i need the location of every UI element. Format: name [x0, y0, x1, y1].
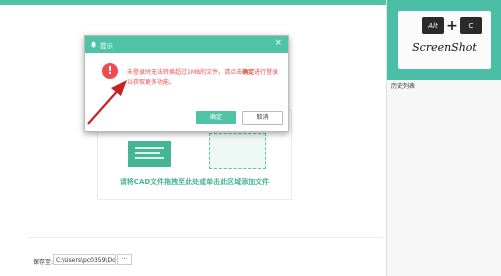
alt-key-icon: Alt — [422, 17, 444, 34]
alert-dialog: 提示 × ! 未登录时无法转换超过1MB的文件，请点击确定进行登录以获取更多功能… — [84, 35, 289, 132]
drop-instruction-text: 请将CAD文件拖拽至此处或单击此区域添加文件 — [119, 178, 270, 186]
cancel-button[interactable]: 取消 — [242, 111, 283, 125]
screenshot-logo: Alt + C ScreenShot — [398, 11, 491, 69]
plus-icon: + — [446, 17, 458, 34]
document-icon — [128, 141, 171, 167]
dialog-message: 未登录时无法转换超过1MB的文件，请点击确定进行登录以获取更多功能。 — [127, 68, 280, 88]
save-to-label: 保存至: — [33, 259, 54, 266]
top-accent-bar — [0, 0, 388, 5]
dialog-header: 提示 × — [85, 36, 288, 53]
logo-panel: Alt + C ScreenShot — [387, 0, 501, 80]
close-icon[interactable]: × — [274, 38, 282, 48]
right-sidebar: Alt + C ScreenShot 历史列表 — [386, 0, 501, 276]
history-list-label: 历史列表 — [391, 83, 416, 90]
logo-text: ScreenShot — [412, 41, 477, 54]
message-text: 未登录时无法转换超过1MB的文件，请点击 — [127, 69, 243, 76]
drop-placeholder-icon — [209, 133, 266, 169]
c-key-icon: C — [460, 17, 482, 34]
save-path-input[interactable]: C:\Users\pc0359\Docu — [53, 254, 116, 265]
divider — [28, 237, 383, 238]
dialog-title: 提示 — [100, 42, 113, 50]
browse-button[interactable]: ··· — [117, 254, 132, 265]
confirm-button[interactable]: 确定 — [196, 111, 236, 124]
message-highlight: 确定 — [242, 69, 255, 76]
bell-icon — [90, 41, 97, 48]
exclamation-icon: ! — [102, 63, 118, 79]
